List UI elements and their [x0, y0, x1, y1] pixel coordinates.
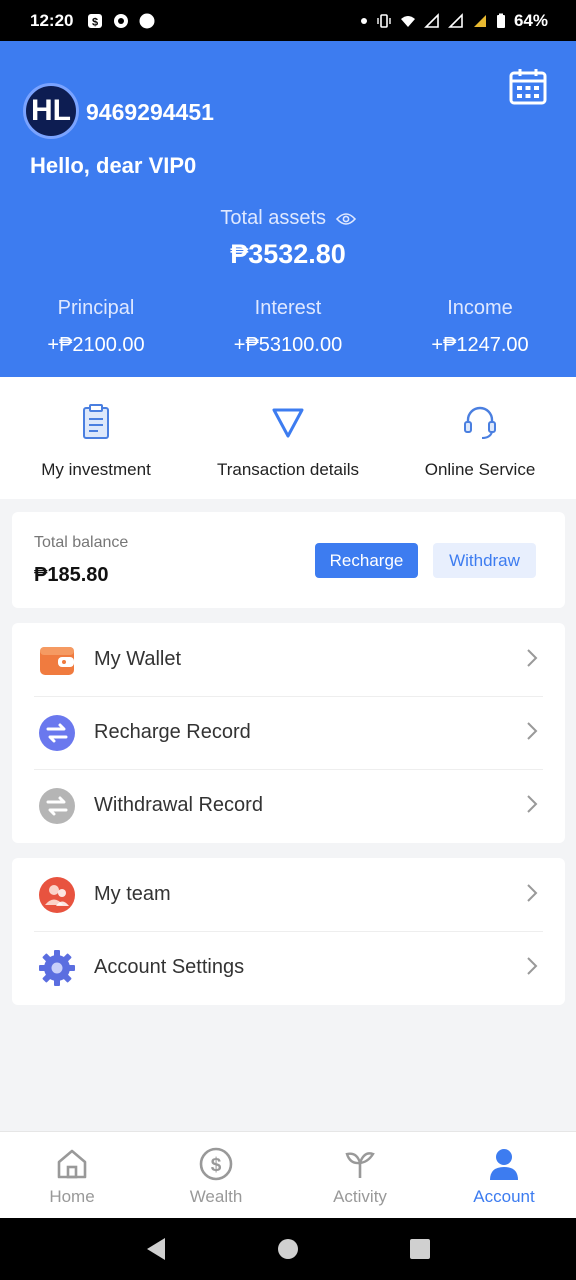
- nav-wealth[interactable]: $ Wealth: [144, 1132, 288, 1218]
- user-icon: [490, 1149, 518, 1180]
- coin-icon: $: [199, 1147, 233, 1181]
- headset-icon: [464, 406, 496, 439]
- nav-home[interactable]: Home: [0, 1132, 144, 1218]
- stat-value: +₱53100.00: [233, 334, 343, 356]
- quick-action-transaction-details[interactable]: Transaction details: [192, 377, 384, 480]
- quick-action-label: Transaction details: [216, 460, 360, 479]
- stat-principal: Principal +₱2100.00: [0, 297, 192, 357]
- gear-icon: [39, 949, 75, 986]
- chevron-right-icon: [527, 957, 538, 975]
- battery-icon: [496, 13, 505, 28]
- notification-dot-icon: [139, 13, 155, 28]
- sprout-icon: [345, 1152, 375, 1178]
- asset-stats: Principal +₱2100.00 Interest +₱53100.00 …: [0, 297, 576, 357]
- svg-text:$: $: [211, 1155, 222, 1176]
- nav-activity[interactable]: Activity: [288, 1132, 432, 1218]
- triangle-icon: [272, 408, 304, 438]
- stat-label: Interest: [254, 297, 322, 319]
- clipboard-icon: [83, 404, 109, 439]
- stat-value: +₱1247.00: [431, 334, 529, 356]
- greeting-text: Hello, dear VIP0: [30, 153, 197, 178]
- balance-card: Total balance ₱185.80 Recharge Withdraw: [12, 512, 565, 608]
- chevron-right-icon: [527, 722, 538, 740]
- menu-group-account: My team Account Settings: [12, 858, 565, 1005]
- wifi-icon: [400, 15, 415, 27]
- menu-item-withdrawal-record[interactable]: Withdrawal Record: [12, 769, 565, 842]
- system-nav-bar: [0, 1218, 576, 1280]
- total-assets-value: ₱3532.80: [230, 239, 346, 269]
- calendar-icon[interactable]: [508, 66, 548, 106]
- menu-item-recharge-record[interactable]: Recharge Record: [12, 696, 565, 769]
- status-bar: 12:20 $ 64%: [0, 0, 576, 41]
- quick-actions: My investment Transaction details Online…: [0, 377, 576, 499]
- total-assets-label: Total assets: [0, 207, 576, 230]
- user-phone: 9469294451: [86, 99, 214, 125]
- notification-chrome-icon: [114, 13, 129, 28]
- signal-icon-2: [448, 12, 463, 28]
- wallet-icon: [40, 646, 74, 675]
- withdraw-exchange-icon: [39, 787, 75, 824]
- avatar[interactable]: HL: [23, 83, 79, 139]
- menu-item-label: Account Settings: [94, 956, 245, 978]
- stat-label: Principal: [57, 297, 135, 319]
- recharge-exchange-icon: [39, 714, 75, 751]
- balance-value: ₱185.80: [34, 564, 109, 586]
- home-circle-icon[interactable]: [276, 1237, 300, 1261]
- nav-account[interactable]: Account: [432, 1132, 576, 1218]
- quick-action-label: My investment: [41, 460, 151, 479]
- stat-label: Income: [447, 297, 513, 319]
- data-saver-icon: [473, 14, 486, 27]
- signal-icon: [424, 12, 439, 28]
- recharge-button[interactable]: Recharge: [315, 543, 418, 578]
- menu-item-label: Recharge Record: [94, 721, 251, 743]
- nav-label: Wealth: [189, 1187, 243, 1206]
- status-dot-icon: [360, 17, 367, 24]
- status-time: 12:20: [30, 10, 74, 30]
- chevron-right-icon: [527, 884, 538, 902]
- quick-action-online-service[interactable]: Online Service: [384, 377, 576, 480]
- stat-interest: Interest +₱53100.00: [192, 297, 384, 357]
- menu-item-account-settings[interactable]: Account Settings: [12, 931, 565, 1004]
- nav-label: Activity: [333, 1187, 387, 1206]
- stat-income: Income +₱1247.00: [384, 297, 576, 357]
- menu-item-label: My Wallet: [94, 648, 182, 670]
- total-assets-label-text: Total assets: [220, 207, 327, 229]
- stat-value: +₱2100.00: [47, 334, 145, 356]
- bottom-nav: Home $ Wealth Activity Account: [0, 1131, 576, 1218]
- quick-action-my-investment[interactable]: My investment: [0, 377, 192, 480]
- menu-group-finance: My Wallet Recharge Record Withdrawal Rec…: [12, 623, 565, 843]
- withdraw-button[interactable]: Withdraw: [433, 543, 536, 578]
- balance-label: Total balance: [34, 534, 129, 551]
- nav-label: Home: [49, 1187, 95, 1206]
- back-icon[interactable]: [144, 1236, 168, 1262]
- team-icon: [39, 876, 75, 913]
- recents-icon[interactable]: [408, 1237, 432, 1261]
- chevron-right-icon: [527, 795, 538, 813]
- menu-item-label: My team: [94, 883, 171, 905]
- menu-item-my-wallet[interactable]: My Wallet: [12, 623, 565, 696]
- quick-action-label: Online Service: [424, 460, 536, 479]
- svg-text:$: $: [92, 16, 98, 28]
- battery-percent: 64%: [513, 10, 548, 30]
- home-icon: [57, 1149, 87, 1179]
- nav-label: Account: [473, 1187, 535, 1206]
- notification-dollar-icon: $: [88, 13, 103, 28]
- menu-item-my-team[interactable]: My team: [12, 858, 565, 931]
- chevron-right-icon: [527, 649, 538, 667]
- vibrate-icon: [377, 13, 391, 28]
- eye-icon[interactable]: [335, 212, 356, 226]
- menu-item-label: Withdrawal Record: [94, 794, 263, 816]
